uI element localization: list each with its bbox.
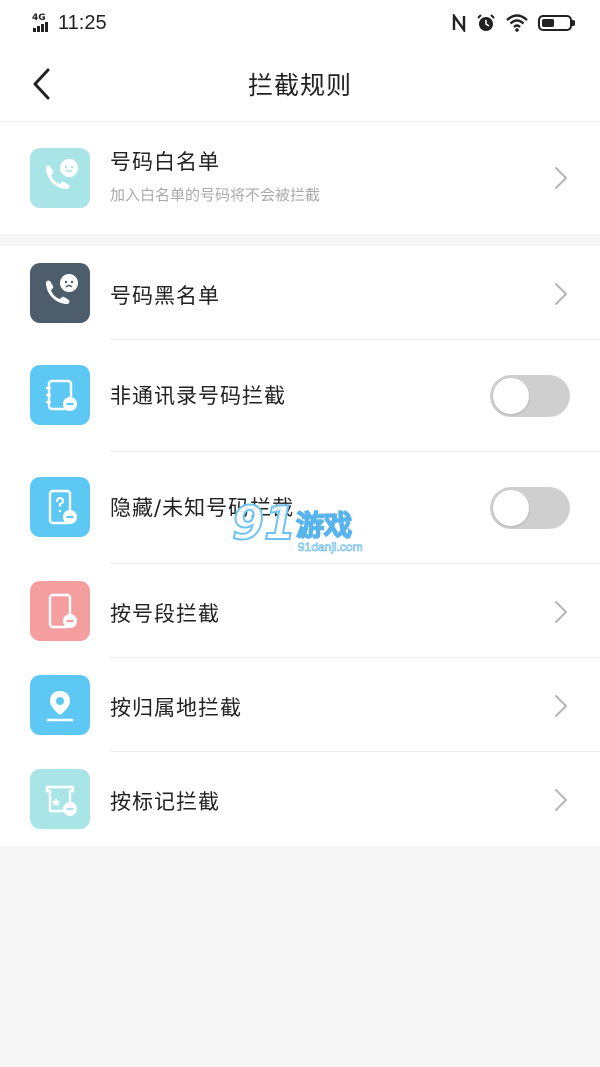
- chevron-right-icon: [555, 695, 567, 717]
- alarm-icon: [477, 14, 495, 31]
- phone-block-icon: [30, 581, 90, 641]
- rule-title: 按标记拦截: [110, 790, 220, 814]
- chevron-right-icon: [555, 601, 567, 623]
- battery-icon: [538, 15, 575, 31]
- rule-title: 按归属地拦截: [110, 696, 242, 720]
- hidden-unknown-toggle[interactable]: [490, 487, 570, 529]
- toggle-knob: [493, 490, 529, 526]
- toggle-knob: [493, 378, 529, 414]
- rule-row-blacklist[interactable]: 号码黑名单: [0, 246, 600, 340]
- whitelist-title: 号码白名单: [110, 150, 220, 174]
- location-pin-icon: [30, 675, 90, 735]
- nfc-icon: [452, 14, 466, 32]
- unknown-phone-icon: [30, 477, 90, 537]
- contacts-block-icon: [30, 365, 90, 425]
- rules-section: 号码黑名单 非通讯录号码拦截 隐藏/未知号码拦截 按号段拦截 按归属地拦截 按标…: [0, 246, 600, 846]
- signal-icon: 4G: [32, 13, 52, 33]
- rule-title: 按号段拦截: [110, 602, 220, 626]
- whitelist-section: 号码白名单 加入白名单的号码将不会被拦截: [0, 122, 600, 234]
- wifi-icon: [506, 14, 528, 32]
- chevron-right-icon: [555, 167, 567, 189]
- header: 拦截规则: [0, 46, 600, 122]
- rule-row-non-contacts: 非通讯录号码拦截: [0, 340, 600, 452]
- tag-block-icon: [30, 769, 90, 829]
- non-contacts-toggle[interactable]: [490, 375, 570, 417]
- rule-title: 非通讯录号码拦截: [110, 384, 286, 408]
- rule-row-location[interactable]: 按归属地拦截: [0, 658, 600, 752]
- phone-sad-icon: [30, 263, 90, 323]
- status-right: [452, 13, 575, 33]
- rule-title: 号码黑名单: [110, 284, 220, 308]
- phone-smile-icon: [30, 148, 90, 208]
- rule-row-tag[interactable]: 按标记拦截: [0, 752, 600, 846]
- rule-row-segment[interactable]: 按号段拦截: [0, 564, 600, 658]
- whitelist-subtitle: 加入白名单的号码将不会被拦截: [110, 186, 321, 204]
- whitelist-row[interactable]: 号码白名单 加入白名单的号码将不会被拦截: [0, 122, 600, 234]
- rule-row-hidden-unknown: 隐藏/未知号码拦截: [0, 452, 600, 564]
- chevron-right-icon: [555, 283, 567, 305]
- page-title: 拦截规则: [247, 71, 352, 100]
- rule-title: 隐藏/未知号码拦截: [110, 496, 295, 520]
- status-time: 11:25: [58, 11, 107, 34]
- status-left: 4G 11:25: [32, 12, 107, 35]
- status-bar: 4G 11:25: [0, 0, 600, 46]
- chevron-right-icon: [555, 789, 567, 811]
